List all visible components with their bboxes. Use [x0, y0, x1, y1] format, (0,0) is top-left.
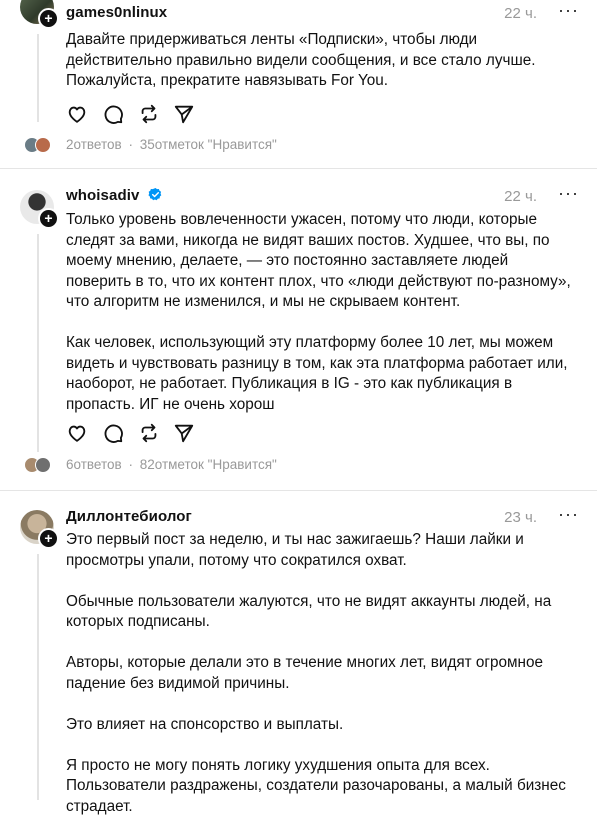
separator: · [128, 137, 133, 152]
send-icon[interactable] [173, 103, 195, 130]
heart-icon[interactable] [66, 103, 88, 130]
plus-icon[interactable]: + [38, 208, 59, 229]
post-paragraph: Только уровень вовлеченности ужасен, пот… [66, 211, 571, 310]
thread-line [37, 554, 39, 800]
timestamp: 22 ч. [504, 188, 537, 205]
post-text: Только уровень вовлеченности ужасен, пот… [66, 210, 577, 436]
replier-avatar [35, 137, 51, 153]
replies-count[interactable]: 6ответов [66, 457, 122, 472]
avatar[interactable]: + [20, 510, 59, 549]
replier-avatars [24, 457, 60, 473]
thread-line [37, 34, 39, 122]
repost-icon[interactable] [138, 422, 160, 449]
username[interactable]: whoisadiv [66, 187, 139, 204]
plus-icon[interactable]: + [38, 528, 59, 549]
post-paragraph: Это влияет на спонсорство и выплаты. [66, 715, 344, 733]
post-paragraph: Давайте придерживаться ленты «Подписки»,… [66, 31, 536, 89]
username[interactable]: games0nlinux [66, 4, 167, 21]
timestamp: 23 ч. [504, 509, 537, 526]
post-paragraph: Это первый пост за неделю, и ты нас зажи… [66, 531, 524, 569]
post-paragraph: Я просто не могу понять логику ухудшения… [66, 756, 566, 815]
post-text: Давайте придерживаться ленты «Подписки»,… [66, 30, 577, 112]
timestamp: 22 ч. [504, 5, 537, 22]
separator: · [128, 457, 133, 472]
post-paragraph: Обычные пользователи жалуются, что не ви… [66, 592, 552, 631]
verified-badge-icon [148, 187, 163, 207]
post-text: Это первый пост за неделю, и ты нас зажи… [66, 530, 577, 838]
post-paragraph: Как человек, использующий эту платформу … [66, 334, 568, 413]
post-whoisadiv: + whoisadiv 22 ч. ··· Только уровень вов… [0, 168, 597, 490]
repost-icon[interactable] [138, 103, 160, 130]
likes-count[interactable]: 82отметок "Нравится" [140, 457, 277, 472]
avatar[interactable]: + [20, 0, 59, 29]
avatar[interactable]: + [20, 190, 59, 229]
replier-avatars [24, 137, 60, 153]
post-paragraph: Авторы, которые делали это в течение мно… [66, 654, 543, 692]
likes-count[interactable]: 35отметок "Нравится" [140, 137, 277, 152]
more-options-icon[interactable]: ··· [558, 0, 579, 21]
comment-icon[interactable] [102, 422, 124, 449]
plus-icon[interactable]: + [38, 8, 59, 29]
comment-icon[interactable] [102, 103, 124, 130]
heart-icon[interactable] [66, 422, 88, 449]
username[interactable]: Диллонтебиолог [66, 508, 192, 525]
more-options-icon[interactable]: ··· [558, 504, 579, 525]
post-games0nlinux: + games0nlinux 22 ч. ··· Давайте придерж… [0, 0, 597, 168]
replies-count[interactable]: 2ответов [66, 137, 122, 152]
thread-line [37, 234, 39, 452]
post-dillontebiolog: + Диллонтебиолог 23 ч. ··· Это первый по… [0, 490, 597, 815]
send-icon[interactable] [173, 422, 195, 449]
replier-avatar [35, 457, 51, 473]
more-options-icon[interactable]: ··· [558, 183, 579, 204]
